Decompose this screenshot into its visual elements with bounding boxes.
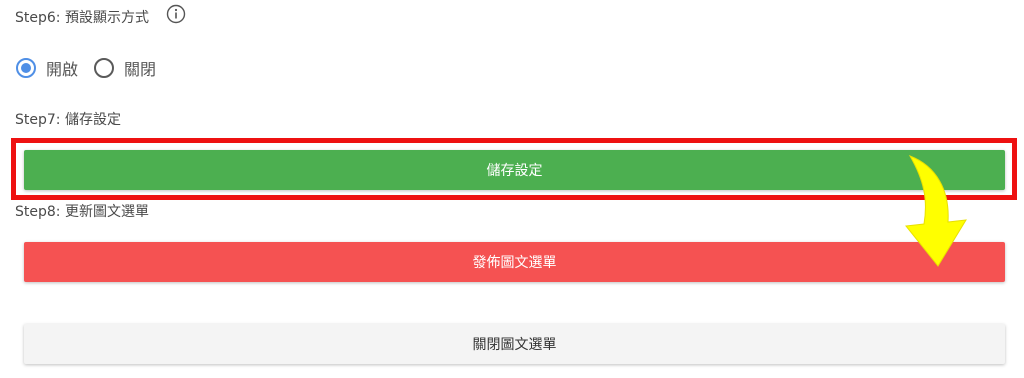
radio-open-checked-icon[interactable] (16, 58, 36, 78)
close-rich-menu-button[interactable]: 關閉圖文選單 (24, 324, 1005, 364)
publish-rich-menu-button[interactable]: 發佈圖文選單 (24, 242, 1005, 282)
highlight-box (11, 138, 1017, 200)
display-mode-radio-group: 開啟 關閉 (16, 56, 172, 80)
settings-page: Step6: 預設顯示方式 開啟 關閉 Step7: 儲存設定 儲存設定 Ste… (0, 0, 1024, 378)
radio-close-label: 關閉 (124, 60, 157, 79)
step8-label: Step8: 更新圖文選單 (15, 204, 149, 220)
radio-option-close[interactable]: 關閉 (94, 56, 156, 80)
step6-label: Step6: 預設顯示方式 (15, 10, 149, 26)
step7-label: Step7: 儲存設定 (15, 112, 121, 128)
curved-arrow-icon (905, 155, 967, 267)
info-icon[interactable] (166, 4, 186, 24)
radio-close-unchecked-icon[interactable] (94, 58, 115, 78)
radio-option-open[interactable]: 開啟 (16, 56, 78, 80)
radio-open-label: 開啟 (46, 60, 79, 79)
